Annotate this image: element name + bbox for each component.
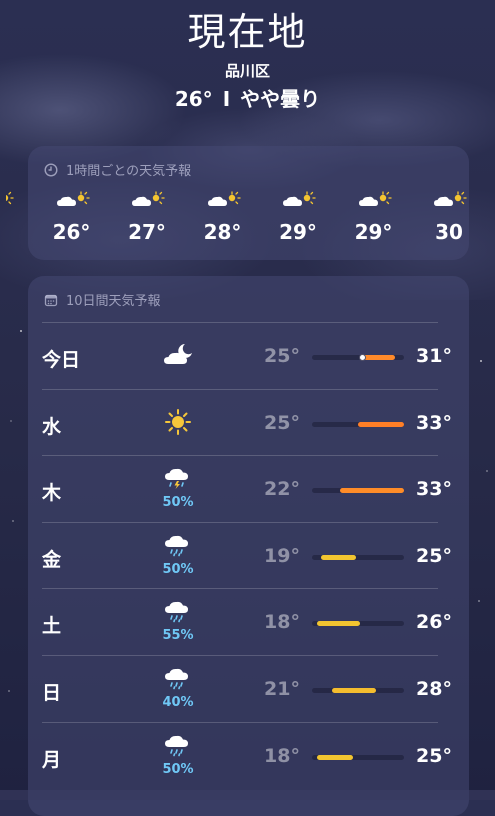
hourly-temp: 29° bbox=[279, 220, 317, 244]
hourly-item: 27° bbox=[117, 190, 177, 244]
cloud-sun-icon bbox=[42, 190, 102, 210]
temp-range-bar bbox=[312, 688, 404, 693]
day-row[interactable]: 金 50% 19° 25° bbox=[42, 521, 452, 589]
low-temp: 25° bbox=[264, 345, 300, 367]
hourly-item: 29° bbox=[268, 190, 328, 244]
day-row[interactable]: 木 50% 22° 33° bbox=[42, 455, 452, 522]
current-condition: やや曇り bbox=[240, 87, 321, 111]
current-conditions: 26° I やや曇り bbox=[0, 86, 495, 112]
cloud-sun-icon bbox=[6, 190, 26, 210]
temp-range-bar bbox=[312, 754, 404, 760]
temp-range-bar bbox=[312, 421, 404, 427]
hourly-item: 28° bbox=[193, 190, 253, 244]
cloud-sun-icon bbox=[344, 190, 404, 210]
day-name: 金 bbox=[42, 548, 62, 571]
hourly-forecast-card[interactable]: 1時間ごとの天気予報 ° 26° 27° 28° 29° 29° 30 bbox=[6, 146, 469, 260]
day-name: 木 bbox=[42, 482, 62, 505]
clock-icon bbox=[44, 162, 58, 177]
high-temp: 26° bbox=[416, 611, 452, 634]
thunderstorm-icon: 50% bbox=[160, 466, 196, 510]
day-name: 土 bbox=[42, 615, 62, 638]
temp-range-bar bbox=[312, 621, 404, 627]
temp-range-bar bbox=[312, 488, 404, 494]
high-temp: 25° bbox=[416, 544, 452, 567]
hourly-title-text: 1時間ごとの天気予報 bbox=[66, 164, 192, 179]
high-temp: 31° bbox=[416, 345, 452, 367]
hourly-temp: 28° bbox=[203, 220, 242, 244]
hourly-temp: ° bbox=[6, 220, 26, 244]
hourly-item: 30 bbox=[419, 190, 469, 244]
cloud-sun-icon bbox=[268, 190, 328, 210]
separator: I bbox=[222, 87, 231, 111]
high-temp: 28° bbox=[416, 678, 452, 700]
day-row[interactable]: 土 55% 18° 26° bbox=[42, 588, 452, 655]
current-weather-header: 現在地 品川区 26° I やや曇り bbox=[0, 8, 495, 112]
sun-icon bbox=[160, 408, 196, 440]
cloud-sun-icon bbox=[419, 190, 469, 210]
temp-range-bar bbox=[312, 554, 404, 560]
day-name: 水 bbox=[42, 415, 62, 438]
cloud-rain-icon: 55% bbox=[160, 599, 196, 643]
day-name: 今日 bbox=[42, 349, 81, 371]
day-row[interactable]: 日 40% 21° 28° bbox=[42, 655, 452, 722]
low-temp: 19° bbox=[264, 544, 300, 567]
high-temp: 25° bbox=[416, 744, 452, 767]
location-title: 現在地 bbox=[187, 10, 308, 54]
temp-range-fill bbox=[316, 621, 360, 627]
current-temperature: 26° bbox=[174, 87, 213, 111]
temp-range-fill bbox=[358, 421, 404, 427]
temp-range-bar bbox=[312, 354, 404, 361]
cloud-rain-icon: 50% bbox=[160, 533, 196, 577]
precipitation-chance: 50% bbox=[162, 561, 194, 577]
hourly-item: 26° bbox=[42, 190, 102, 244]
hourly-temp: 26° bbox=[52, 220, 91, 244]
hourly-temp: 30 bbox=[435, 220, 463, 244]
bottom-edge bbox=[0, 790, 495, 800]
temp-range-fill bbox=[362, 355, 395, 360]
hourly-forecast-title: 1時間ごとの天気予報 bbox=[28, 146, 469, 179]
current-temp-dot bbox=[358, 354, 366, 361]
hourly-temp: 29° bbox=[354, 220, 393, 244]
precipitation-chance: 40% bbox=[162, 695, 194, 710]
day-row[interactable]: 今日 25° 31° bbox=[42, 322, 452, 389]
day-name: 月 bbox=[42, 748, 62, 771]
temp-range-fill bbox=[332, 688, 377, 693]
cloud-moon-icon bbox=[160, 341, 196, 373]
hourly-temp: 27° bbox=[128, 220, 166, 244]
low-temp: 22° bbox=[264, 478, 300, 501]
cloud-sun-icon bbox=[193, 190, 253, 210]
day-name: 日 bbox=[42, 682, 62, 704]
district-name: 品川区 bbox=[224, 62, 270, 80]
low-temp: 25° bbox=[264, 411, 300, 434]
precipitation-chance: 50% bbox=[162, 495, 194, 511]
hourly-item: ° bbox=[6, 190, 26, 244]
precipitation-chance: 50% bbox=[162, 761, 194, 777]
cloud-sun-icon bbox=[117, 190, 177, 210]
ten-day-title-text: 10日間天気予報 bbox=[66, 294, 161, 309]
temp-range-fill bbox=[316, 754, 354, 760]
high-temp: 33° bbox=[416, 478, 452, 501]
low-temp: 18° bbox=[264, 611, 300, 634]
precipitation-chance: 55% bbox=[162, 628, 194, 644]
temp-range-fill bbox=[321, 554, 357, 560]
cloud-rain-icon: 40% bbox=[160, 666, 196, 710]
temp-range-fill bbox=[339, 488, 404, 494]
calendar-icon bbox=[44, 294, 58, 306]
high-temp: 33° bbox=[416, 411, 452, 434]
day-row[interactable]: 月 50% 18° 25° bbox=[42, 721, 452, 789]
ten-day-forecast-card[interactable]: 10日間天気予報 今日 25° 31° 水 25° 33° 木 50% 22° 33° 金 50% 19… bbox=[28, 276, 469, 816]
hourly-item: 29° bbox=[344, 190, 404, 244]
low-temp: 18° bbox=[264, 744, 300, 767]
low-temp: 21° bbox=[264, 678, 300, 700]
hourly-scroller[interactable]: ° 26° 27° 28° 29° 29° 30 bbox=[6, 190, 469, 250]
day-row[interactable]: 水 25° 33° bbox=[42, 388, 452, 456]
cloud-rain-icon: 50% bbox=[160, 733, 196, 777]
ten-day-forecast-title: 10日間天気予報 bbox=[28, 276, 469, 309]
